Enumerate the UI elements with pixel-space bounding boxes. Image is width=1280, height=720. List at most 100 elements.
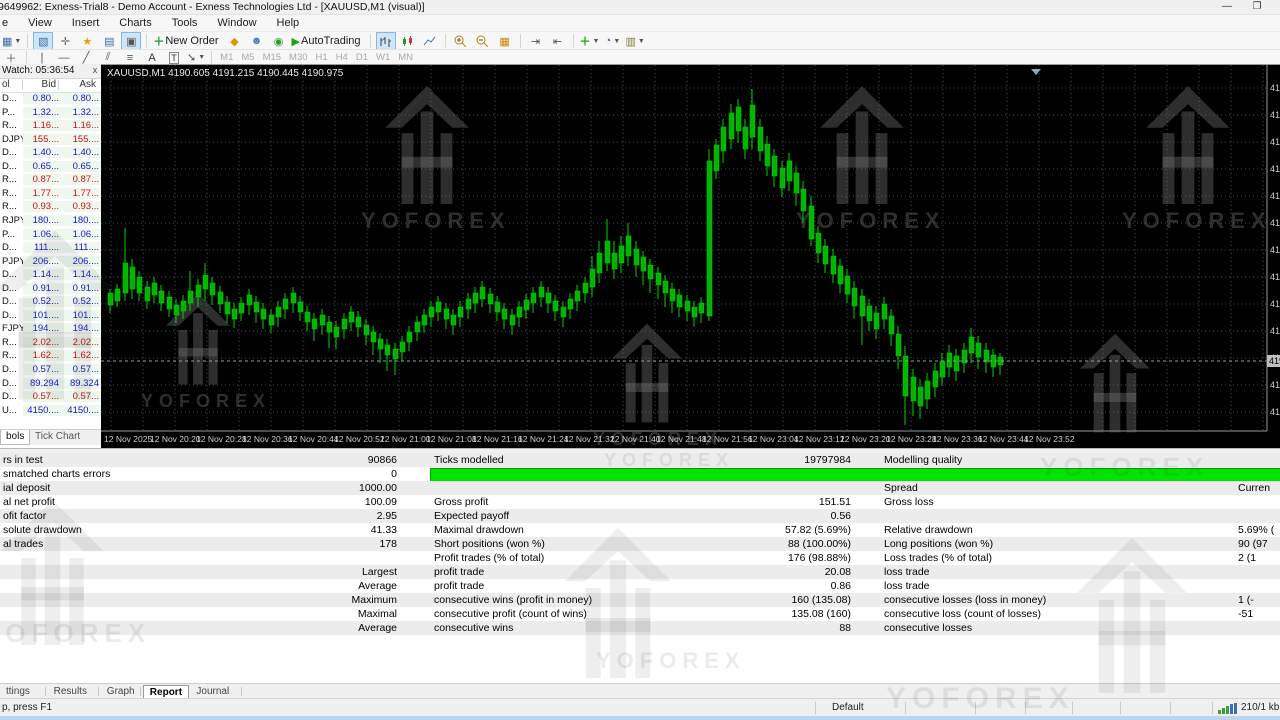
chevron-down-icon: ▼ [198, 54, 205, 61]
market-watch-row[interactable]: D...111....111.... [0, 241, 101, 255]
market-watch-tab-tick-chart[interactable]: Tick Chart [30, 430, 85, 444]
menu-item-window[interactable]: Window [207, 15, 266, 31]
report-value-left: 0 [240, 468, 397, 480]
timeframe-button-h4[interactable]: H4 [332, 51, 352, 64]
market-watch-row[interactable]: P...1.06...1.06... [0, 228, 101, 242]
menu-item-charts[interactable]: Charts [109, 15, 161, 31]
templates-dropdown[interactable]: ▥▼ [624, 32, 645, 50]
indicators-dropdown[interactable]: ＋▼ [579, 32, 601, 50]
market-watch-row[interactable]: D...0.52...0.52... [0, 295, 101, 309]
market-watch-row[interactable]: D...0.80...0.80... [0, 92, 101, 106]
candlestick-chart-button[interactable] [398, 32, 418, 50]
menu-item-help[interactable]: Help [267, 15, 310, 31]
status-separator [975, 702, 976, 714]
market-watch-row[interactable]: P...1.32...1.32... [0, 106, 101, 120]
market-watch-row[interactable]: U...4150....4150.... [0, 404, 101, 418]
crosshair-mode-button[interactable]: ✛ [55, 32, 75, 50]
chart-profiles-dropdown[interactable]: ▦▼ [1, 32, 22, 50]
chart-area[interactable]: XAUUSD,M1 4190.605 4191.215 4190.445 419… [101, 64, 1280, 449]
report-value-left: Maximal [240, 608, 397, 620]
auto-scroll-button[interactable]: ⇥ [526, 32, 546, 50]
timeframe-button-w1[interactable]: W1 [372, 51, 394, 64]
line-chart-button[interactable] [420, 32, 440, 50]
chart-ohlc-header: XAUUSD,M1 4190.605 4191.215 4190.445 419… [107, 68, 343, 79]
menu-item-e[interactable]: e [0, 15, 18, 31]
tester-visual-button[interactable]: ▣ [121, 32, 141, 50]
market-watch-row[interactable]: D...89.29489.324 [0, 377, 101, 391]
market-watch-row[interactable]: FJPY194....194.... [0, 322, 101, 336]
zoom-out-button[interactable] [473, 32, 493, 50]
timeframe-button-m15[interactable]: M15 [259, 51, 285, 64]
menu-item-insert[interactable]: Insert [62, 15, 110, 31]
new-chart-button[interactable]: ▧ [33, 32, 53, 50]
market-watch-row[interactable]: D...101....101.... [0, 309, 101, 323]
market-watch-row[interactable]: R...2.02...2.02... [0, 336, 101, 350]
market-watch-row[interactable]: D...0.65...0.65... [0, 160, 101, 174]
tester-tab-ttings[interactable]: ttings [0, 685, 36, 699]
market-watch-col-bid[interactable]: Bid [24, 79, 56, 90]
market-watch-tab-bols[interactable]: bols [0, 430, 30, 445]
autotrading-button[interactable]: ▶ AutoTrading [291, 32, 365, 50]
market-watch-col-ask[interactable]: Ask [62, 79, 96, 90]
market-watch-row[interactable]: D...0.57...0.57... [0, 390, 101, 404]
periods-dropdown[interactable]: ◔▼ [602, 32, 622, 50]
styler-button[interactable]: ◆ [225, 32, 245, 50]
symbol-name: R... [2, 201, 17, 212]
market-watch-row[interactable]: D...0.91...0.91... [0, 282, 101, 296]
timeframe-button-d1[interactable]: D1 [352, 51, 372, 64]
timeframe-button-m5[interactable]: M5 [237, 51, 258, 64]
market-watch-row[interactable]: DJPY155....155.... [0, 133, 101, 147]
chart-shift-button[interactable]: ⇤ [548, 32, 568, 50]
favorites-button[interactable]: ★ [77, 32, 97, 50]
market-watch-col-symbol[interactable]: ol [2, 79, 10, 90]
community-button[interactable]: ◉ [269, 32, 289, 50]
bid-value: 1.62... [23, 350, 60, 361]
timeframe-button-m30[interactable]: M30 [285, 51, 311, 64]
market-watch-row[interactable]: RJPY180....180.... [0, 214, 101, 228]
market-watch-row[interactable]: D...1.40...1.40... [0, 146, 101, 160]
tester-tab-results[interactable]: Results [48, 685, 93, 699]
symbol-name: R... [2, 337, 17, 348]
tile-windows-button[interactable]: ▦ [495, 32, 515, 50]
chevron-down-icon: ▼ [638, 38, 645, 45]
timeframe-button-mn[interactable]: MN [394, 51, 417, 64]
bid-value: 0.93... [23, 201, 60, 212]
market-watch-row[interactable]: R...1.62...1.62... [0, 349, 101, 363]
status-profile[interactable]: Default [832, 702, 864, 713]
chart-shift-marker-icon[interactable] [1031, 69, 1041, 75]
report-value-right: 5.69% ( [1238, 524, 1274, 536]
tester-tab-journal[interactable]: Journal [190, 685, 235, 699]
menu-item-tools[interactable]: Tools [162, 15, 208, 31]
restore-button[interactable]: ❐ [1246, 0, 1268, 13]
bar-chart-icon [379, 36, 392, 47]
bid-value: 1.32... [23, 107, 60, 118]
minimize-button[interactable]: — [1216, 0, 1238, 13]
zoom-in-button[interactable] [451, 32, 471, 50]
x-axis-label: 12 Nov 21:32 [564, 434, 615, 444]
menu-item-view[interactable]: View [18, 15, 62, 31]
candlestick-series: 4194194194194194194194194194194194194194… [101, 65, 1280, 449]
ask-value: 111.... [60, 242, 101, 253]
bar-chart-button[interactable] [376, 32, 396, 50]
report-value-middle: 151.51 [600, 496, 851, 508]
market-watch-row[interactable]: R...1.77...1.77... [0, 187, 101, 201]
report-label-right: Relative drawdown [884, 524, 973, 536]
market-watch-row[interactable]: R...1.16...1.16... [0, 119, 101, 133]
close-icon[interactable]: x [90, 65, 100, 76]
report-label-middle: consecutive wins (profit in money) [434, 594, 592, 606]
timeframe-button-m1[interactable]: M1 [216, 51, 237, 64]
market-watch-row[interactable]: D...1.14...1.14... [0, 268, 101, 282]
market-watch-toggle[interactable]: ▤ [99, 32, 119, 50]
tester-tab-graph[interactable]: Graph [101, 685, 141, 699]
market-watch-row[interactable]: D...0.57...0.57... [0, 363, 101, 377]
bid-value: 1.06... [23, 229, 60, 240]
new-order-button[interactable]: ＋ New Order [152, 32, 222, 50]
bid-value: 0.57... [23, 391, 60, 402]
symbol-name: P... [2, 229, 15, 240]
market-watch-row[interactable]: R...0.87...0.87... [0, 173, 101, 187]
timeframe-button-h1[interactable]: H1 [312, 51, 332, 64]
expert-advisors-button[interactable]: ☻ [247, 32, 267, 50]
status-separator [1212, 702, 1213, 714]
market-watch-row[interactable]: R...0.93...0.93... [0, 200, 101, 214]
market-watch-row[interactable]: PJPY206....206.... [0, 255, 101, 269]
